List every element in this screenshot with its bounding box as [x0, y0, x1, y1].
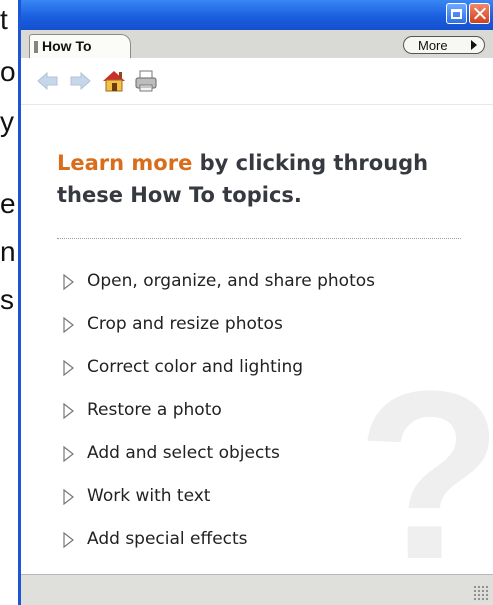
triangle-right-icon: [63, 317, 74, 333]
triangle-right-icon: [63, 360, 74, 376]
topic-label: Add and select objects: [87, 443, 280, 463]
topic-label: Work with text: [87, 486, 211, 506]
topic-label: Crop and resize photos: [87, 314, 283, 334]
help-content: ? Learn more by clicking through these H…: [21, 105, 493, 575]
arrow-right-icon: [471, 40, 477, 50]
home-icon[interactable]: [101, 68, 127, 94]
topic-label: Restore a photo: [87, 400, 222, 420]
triangle-right-icon: [63, 403, 74, 419]
topic-label: Open, organize, and share photos: [87, 271, 376, 291]
triangle-right-icon: [63, 532, 74, 548]
triangle-right-icon: [63, 489, 74, 505]
bg-letter: t: [0, 4, 8, 35]
triangle-right-icon: [63, 274, 74, 290]
topic-label: Correct color and lighting: [87, 357, 304, 377]
resize-grip-icon[interactable]: [473, 585, 489, 601]
toolbar: [21, 58, 493, 105]
headline: Learn more by clicking through these How…: [57, 147, 477, 211]
grip-icon: [34, 41, 38, 53]
tab-how-to[interactable]: How To: [29, 34, 131, 59]
bg-letter: o: [0, 56, 16, 87]
status-bar: [21, 574, 493, 605]
dotted-divider: [57, 238, 461, 239]
print-icon[interactable]: [133, 68, 159, 94]
bg-letter: n: [0, 236, 16, 267]
title-bar[interactable]: [21, 0, 493, 30]
forward-arrow-icon[interactable]: [67, 68, 93, 94]
tab-bar: How To More: [21, 30, 493, 59]
how-to-palette: How To More ? Learn more by clicking thr…: [18, 0, 493, 605]
tab-label: How To: [42, 38, 92, 54]
more-button-label: More: [418, 38, 448, 53]
bg-letter: e: [0, 188, 16, 219]
topic-label: Add special effects: [87, 529, 248, 549]
question-mark-watermark: ?: [356, 341, 493, 575]
triangle-right-icon: [63, 446, 74, 462]
back-arrow-icon[interactable]: [35, 68, 61, 94]
more-button[interactable]: More: [403, 36, 485, 54]
bg-letter: s: [0, 284, 14, 315]
bg-letter: y: [0, 106, 14, 137]
close-icon[interactable]: [469, 3, 490, 24]
minimize-icon[interactable]: [446, 3, 467, 24]
headline-accent[interactable]: Learn more: [57, 151, 192, 175]
